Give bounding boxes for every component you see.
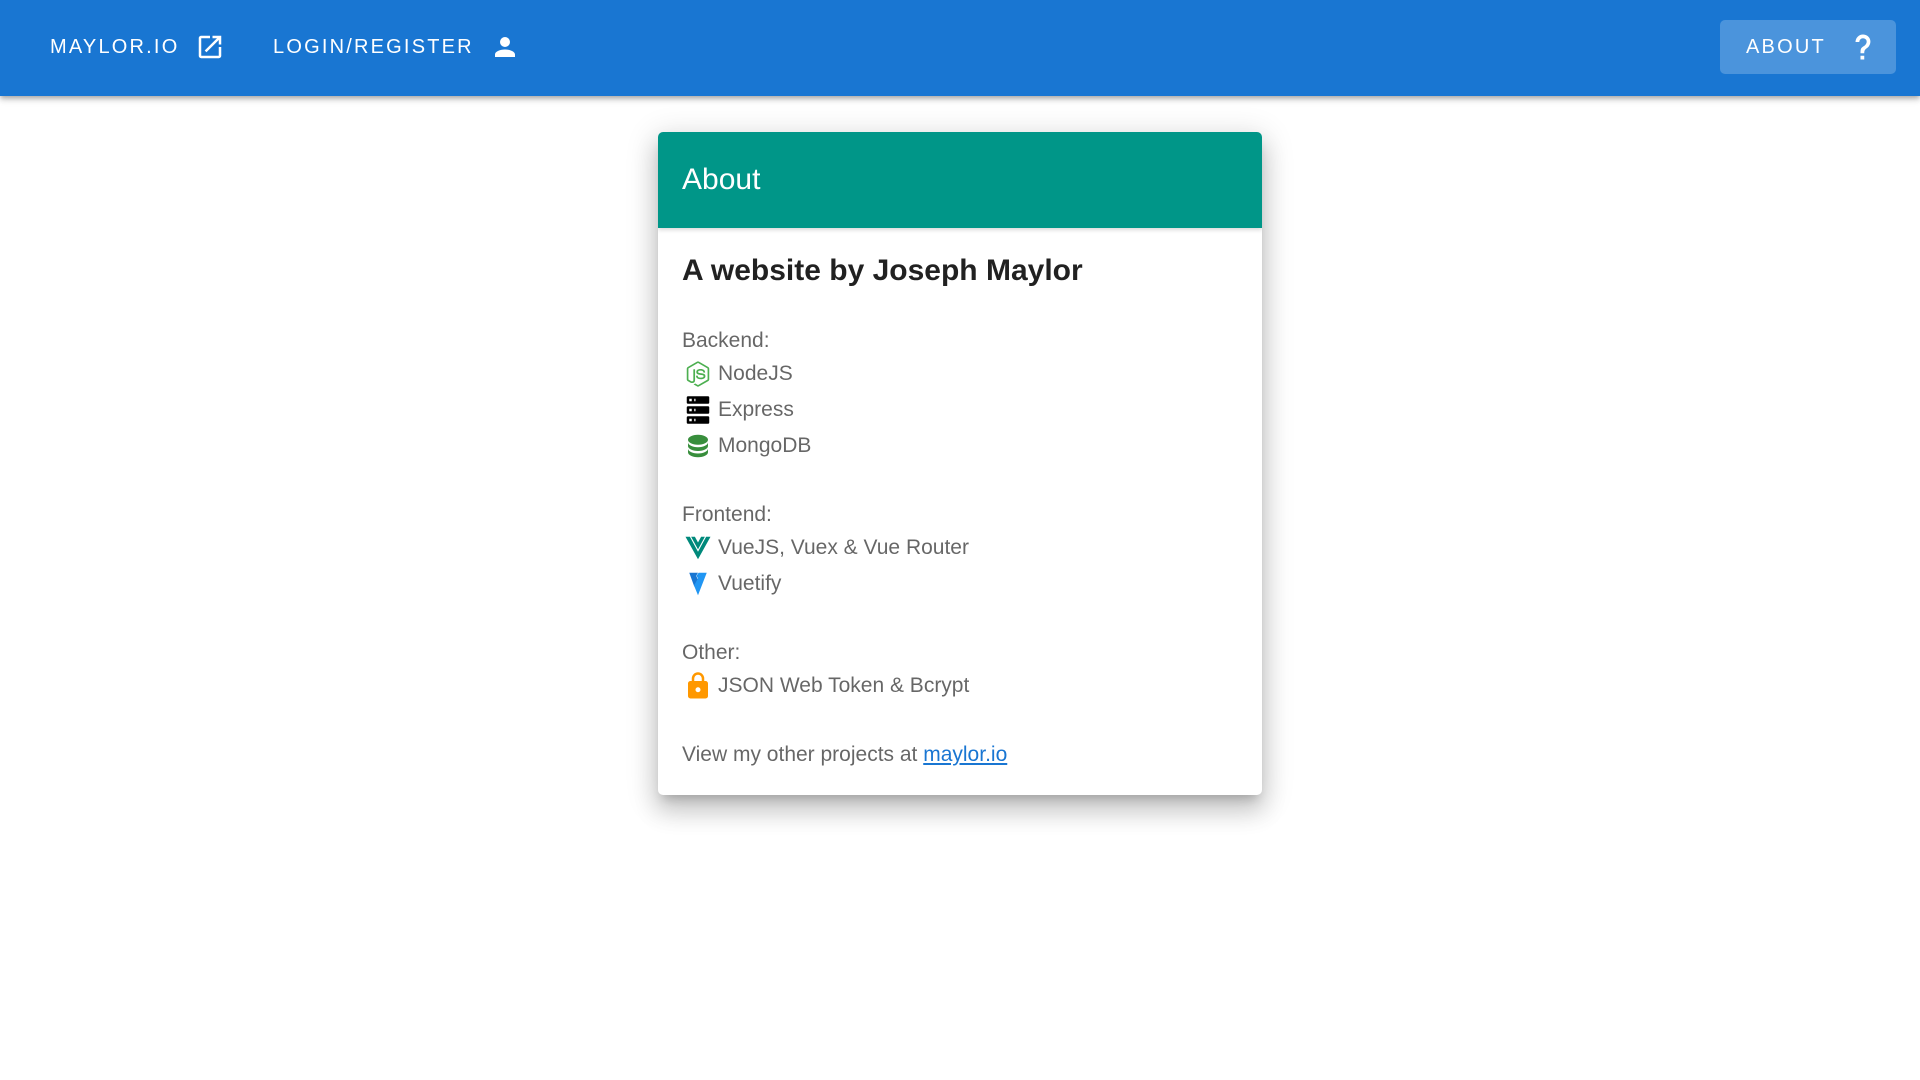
- database-icon: [682, 430, 714, 462]
- login-register-button[interactable]: LOGIN/REGISTER: [247, 20, 546, 74]
- backend-label: Backend:: [682, 329, 770, 352]
- server-icon: [682, 394, 714, 426]
- vuejs-icon: [682, 532, 714, 564]
- question-mark-icon: [1848, 32, 1878, 62]
- vuetify-icon: [682, 568, 714, 600]
- list-item-vuejs: VueJS, Vuex & Vue Router: [682, 532, 969, 564]
- app-bar: MAYLOR.IO LOGIN/REGISTER ABOUT: [0, 0, 1920, 96]
- item-label-nodejs: NodeJS: [718, 362, 793, 385]
- about-label: ABOUT: [1746, 35, 1826, 58]
- about-button[interactable]: ABOUT: [1720, 20, 1896, 74]
- item-label-vuetify: Vuetify: [718, 572, 782, 595]
- nodejs-icon: [682, 358, 714, 390]
- maylor-io-button[interactable]: MAYLOR.IO: [24, 20, 251, 74]
- item-label-vuejs: VueJS, Vuex & Vue Router: [718, 536, 969, 559]
- item-label-express: Express: [718, 398, 794, 421]
- list-item-jwt: JSON Web Token & Bcrypt: [682, 670, 969, 702]
- list-item-vuetify: Vuetify: [682, 568, 781, 600]
- item-label-mongodb: MongoDB: [718, 434, 812, 457]
- open-in-new-icon: [195, 32, 225, 62]
- list-item-mongodb: MongoDB: [682, 430, 811, 462]
- list-item-nodejs: NodeJS: [682, 358, 793, 390]
- lock-icon: [682, 670, 714, 702]
- maylor-io-link[interactable]: maylor.io: [923, 743, 1007, 766]
- item-label-jwt: JSON Web Token & Bcrypt: [718, 674, 970, 697]
- card-title: A website by Joseph Maylor: [682, 254, 1083, 287]
- list-item-express: Express: [682, 394, 794, 426]
- footer-text: View my other projects at maylor.io: [682, 744, 1007, 765]
- card-header: About: [658, 132, 1262, 228]
- about-card: About A website by Joseph Maylor Backend…: [658, 132, 1262, 795]
- maylor-io-label: MAYLOR.IO: [50, 35, 180, 58]
- other-label: Other:: [682, 641, 741, 664]
- account-icon: [490, 32, 520, 62]
- frontend-label: Frontend:: [682, 503, 772, 526]
- footer-prefix: View my other projects at: [682, 743, 924, 766]
- login-register-label: LOGIN/REGISTER: [273, 35, 474, 58]
